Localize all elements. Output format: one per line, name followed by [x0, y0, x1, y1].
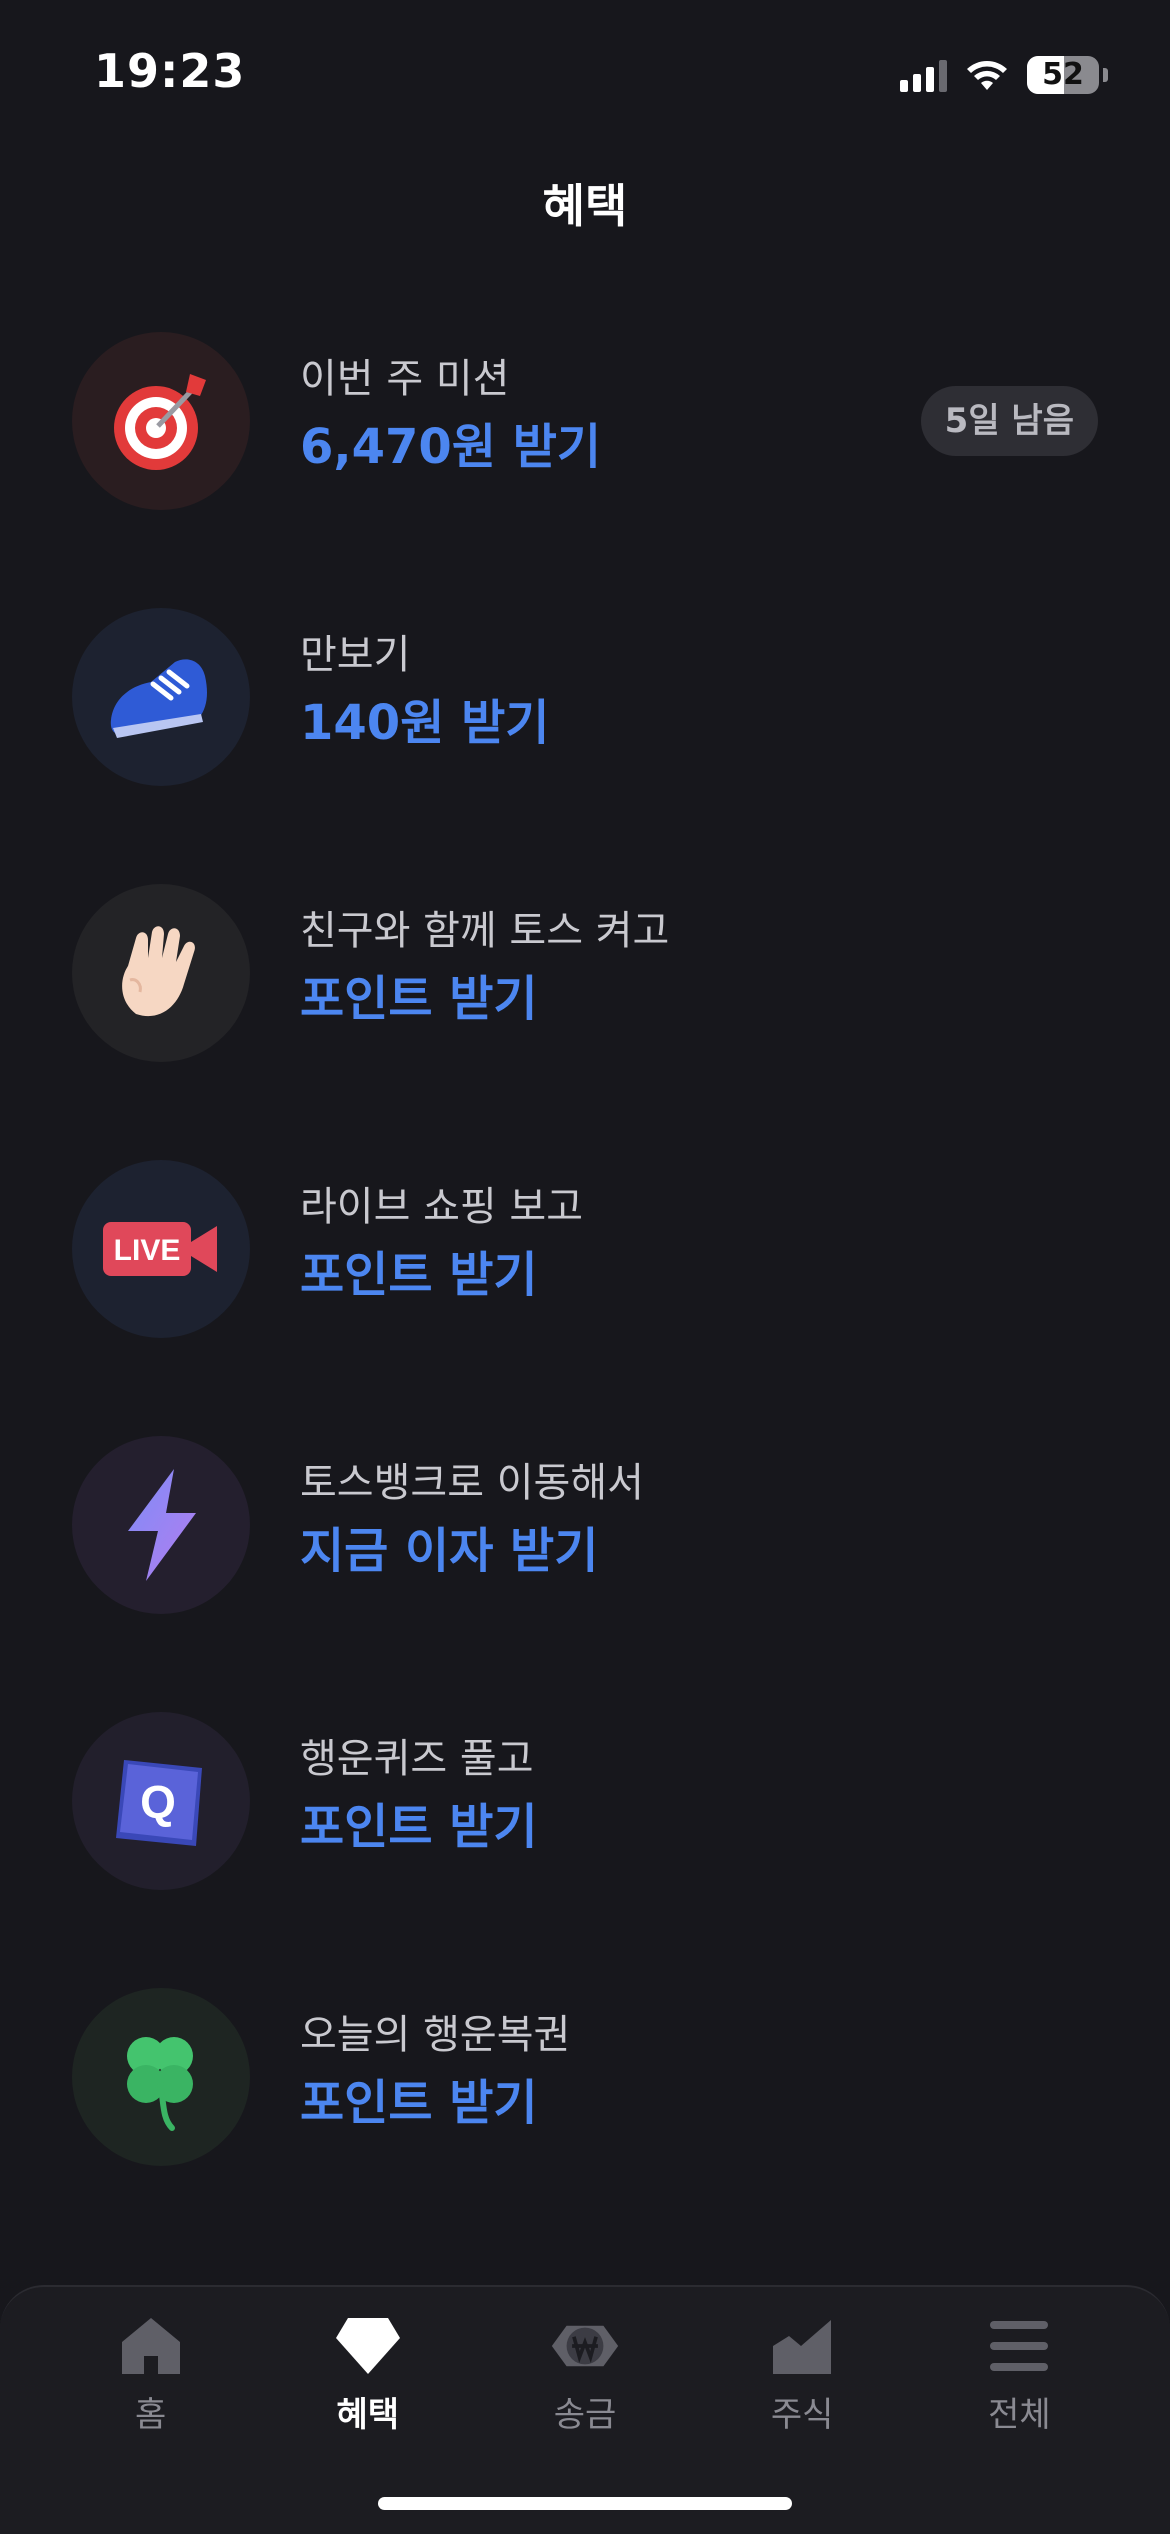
status-bar: 19:23 52 [0, 0, 1170, 150]
sneaker-icon [110, 659, 207, 738]
quiz-letter: Q [140, 1776, 176, 1828]
quiz-cube-icon: Q [116, 1760, 202, 1846]
benefit-action: 포인트 받기 [300, 2075, 538, 2131]
stock-chart-icon [773, 2320, 832, 2374]
tab-stocks[interactable]: 주식 [702, 2313, 902, 2436]
tab-label: 홈 [134, 2395, 167, 2435]
benefit-item-toss-bank[interactable]: 토스뱅크로 이동해서 지금 이자 받기 [0, 1434, 1170, 1710]
icon-container [72, 884, 250, 1062]
benefit-action: 6,470원 받기 [300, 419, 602, 475]
benefit-subtitle: 친구와 함께 토스 켜고 [300, 908, 670, 954]
days-left-badge: 5일 남음 [920, 386, 1098, 456]
cellular-signal-icon [900, 58, 947, 92]
lightning-icon [128, 1469, 196, 1581]
benefit-action: 포인트 받기 [300, 971, 538, 1027]
tab-transfer[interactable]: 송금 [485, 2313, 685, 2436]
live-camera-icon: LIVE [103, 1222, 217, 1276]
icon-container [72, 1988, 250, 2166]
battery-cap [1103, 68, 1108, 82]
benefit-item-live-shopping[interactable]: LIVE 라이브 쇼핑 보고 포인트 받기 [0, 1158, 1170, 1434]
home-icon [121, 2318, 180, 2374]
status-icons: 52 [900, 52, 1108, 98]
menu-icon [990, 2321, 1049, 2371]
benefit-list: 이번 주 미션 6,470원 받기 5일 남음 만보기 140원 받기 친구와 [0, 330, 1170, 2262]
benefit-item-lucky-quiz[interactable]: Q 행운퀴즈 풀고 포인트 받기 [0, 1710, 1170, 1986]
benefit-subtitle: 행운퀴즈 풀고 [300, 1736, 534, 1782]
diamond-icon [335, 2318, 400, 2374]
benefit-subtitle: 이번 주 미션 [300, 356, 510, 402]
benefit-subtitle: 만보기 [300, 632, 411, 678]
tab-all[interactable]: 전체 [919, 2313, 1119, 2436]
benefit-action: 포인트 받기 [300, 1247, 538, 1303]
benefit-item-friends[interactable]: 친구와 함께 토스 켜고 포인트 받기 [0, 882, 1170, 1158]
tab-label: 송금 [553, 2395, 617, 2435]
dart-target-icon [114, 374, 206, 470]
battery-icon: 52 [1027, 56, 1099, 94]
battery-level: 52 [1042, 57, 1084, 92]
tab-bar: 홈 혜택 송금 주식 전체 [0, 2285, 1170, 2534]
status-time: 19:23 [94, 44, 246, 98]
icon-container: LIVE [72, 1160, 250, 1338]
benefit-action: 지금 이자 받기 [300, 1523, 599, 1579]
icon-container [72, 608, 250, 786]
wifi-icon [967, 61, 1007, 90]
tab-label: 전체 [988, 2395, 1051, 2435]
tab-label: 주식 [770, 2395, 834, 2435]
benefit-action: 140원 받기 [300, 695, 550, 751]
won-transfer-icon [551, 2325, 619, 2367]
home-indicator[interactable] [378, 2497, 792, 2510]
page-title: 혜택 [542, 179, 628, 233]
icon-container [72, 332, 250, 510]
tab-benefits[interactable]: 혜택 [268, 2313, 468, 2436]
benefit-subtitle: 토스뱅크로 이동해서 [300, 1460, 644, 1506]
waving-hand-icon [122, 926, 195, 1017]
benefit-subtitle: 오늘의 행운복권 [300, 2012, 571, 2058]
live-label: LIVE [114, 1234, 181, 1267]
four-leaf-clover-icon [127, 2037, 193, 2131]
benefit-subtitle: 라이브 쇼핑 보고 [300, 1184, 584, 1230]
benefit-action: 포인트 받기 [300, 1799, 538, 1855]
benefit-item-pedometer[interactable]: 만보기 140원 받기 [0, 606, 1170, 882]
tab-home[interactable]: 홈 [51, 2313, 251, 2436]
icon-container: Q [72, 1712, 250, 1890]
benefit-item-weekly-mission[interactable]: 이번 주 미션 6,470원 받기 5일 남음 [0, 330, 1170, 606]
icon-container [72, 1436, 250, 1614]
benefit-item-lucky-lottery[interactable]: 오늘의 행운복권 포인트 받기 [0, 1986, 1170, 2262]
tab-label: 혜택 [336, 2395, 400, 2435]
